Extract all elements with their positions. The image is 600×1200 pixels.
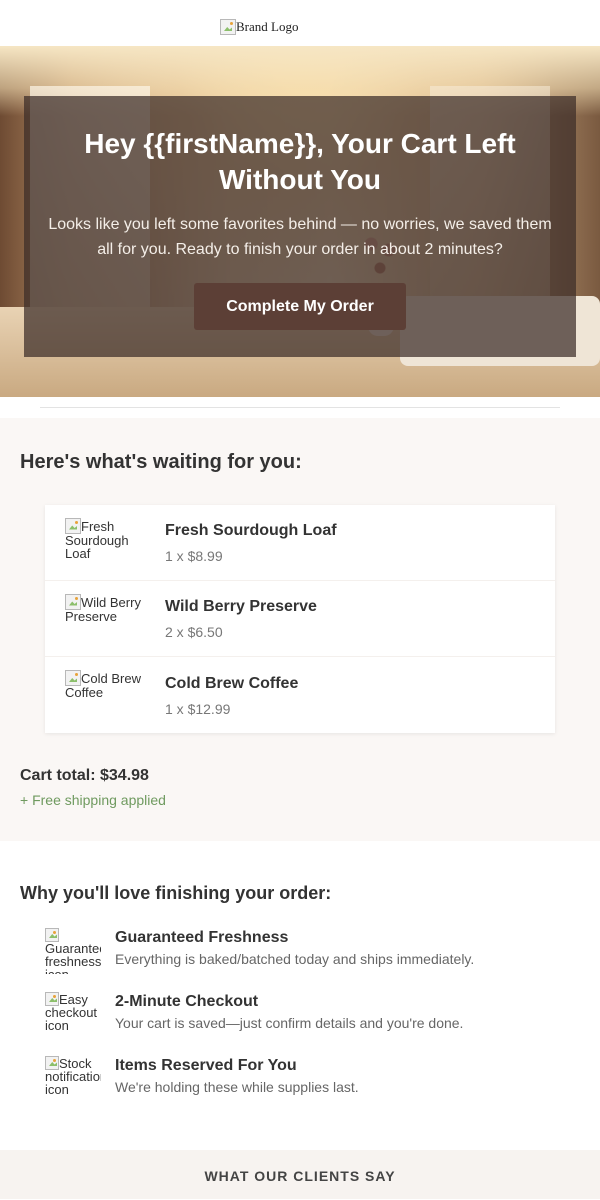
benefits-heading: Why you'll love finishing your order: xyxy=(20,883,332,903)
hero-title: Hey {{firstName}}, Your Cart Left Withou… xyxy=(84,128,516,195)
cart-item[interactable]: Wild Berry Preserve Wild Berry Preserve … xyxy=(45,581,555,657)
cart-section: Here's what's waiting for you: Fresh Sou… xyxy=(0,418,600,841)
benefit-item: Easy checkout icon 2-Minute Checkout You… xyxy=(20,992,580,1038)
product-quantity-price: 1 x $12.99 xyxy=(165,700,231,717)
product-image: Cold Brew Coffee xyxy=(65,670,145,720)
cart-items-list: Fresh Sourdough Loaf Fresh Sourdough Loa… xyxy=(45,505,555,733)
broken-image-icon xyxy=(220,19,236,35)
benefit-description: Everything is baked/batched today and sh… xyxy=(115,951,475,967)
benefit-item: Stock notification icon Items Reserved F… xyxy=(20,1056,580,1102)
stock-notification-icon: Stock notification icon xyxy=(45,1056,101,1102)
cart-heading: Here's what's waiting for you: xyxy=(20,451,302,473)
divider xyxy=(40,407,560,408)
complete-order-button[interactable]: Complete My Order xyxy=(194,283,406,330)
product-name: Cold Brew Coffee xyxy=(165,674,299,692)
product-name: Fresh Sourdough Loaf xyxy=(165,522,337,539)
hero-banner: Hey {{firstName}}, Your Cart Left Withou… xyxy=(0,46,600,397)
benefit-description: Your cart is saved—just confirm details … xyxy=(115,1015,464,1031)
freshness-icon: Guaranteed freshness icon xyxy=(45,928,101,974)
benefits-section: Why you'll love finishing your order: Gu… xyxy=(0,841,600,1150)
broken-image-icon xyxy=(65,670,81,686)
testimonials-heading: WHAT OUR CLIENTS SAY xyxy=(0,1150,600,1199)
checkout-icon: Easy checkout icon xyxy=(45,992,101,1038)
broken-image-icon xyxy=(45,928,59,942)
brand-logo[interactable]: Brand Logo xyxy=(220,19,298,35)
broken-image-icon xyxy=(65,593,81,610)
benefit-icon-alt: Guaranteed freshness icon xyxy=(45,941,101,974)
broken-image-icon xyxy=(65,517,81,534)
brand-logo-alt-text: Brand Logo xyxy=(236,19,299,34)
divider-section xyxy=(0,397,600,418)
cart-item[interactable]: Fresh Sourdough Loaf Fresh Sourdough Loa… xyxy=(45,505,555,581)
hero-text: Looks like you left some favorites behin… xyxy=(48,216,552,258)
product-image: Fresh Sourdough Loaf xyxy=(65,517,145,568)
cart-total: Cart total: $34.98 xyxy=(20,767,149,784)
broken-image-icon xyxy=(45,1056,59,1070)
product-quantity-price: 2 x $6.50 xyxy=(165,624,223,640)
hero-card: Hey {{firstName}}, Your Cart Left Withou… xyxy=(24,96,576,357)
product-quantity-price: 1 x $8.99 xyxy=(165,548,223,564)
benefit-title: 2-Minute Checkout xyxy=(115,993,259,1010)
product-name: Wild Berry Preserve xyxy=(165,598,317,615)
cart-item[interactable]: Cold Brew Coffee Cold Brew Coffee 1 x $1… xyxy=(45,657,555,733)
free-shipping-note: + Free shipping applied xyxy=(20,792,166,808)
broken-image-icon xyxy=(45,992,59,1006)
benefit-item: Guaranteed freshness icon Guaranteed Fre… xyxy=(20,928,580,974)
benefit-title: Items Reserved For You xyxy=(115,1057,297,1074)
product-image: Wild Berry Preserve xyxy=(65,593,145,644)
benefit-title: Guaranteed Freshness xyxy=(115,929,289,946)
benefit-description: We're holding these while supplies last. xyxy=(115,1079,359,1095)
email-header: Brand Logo xyxy=(0,0,600,46)
